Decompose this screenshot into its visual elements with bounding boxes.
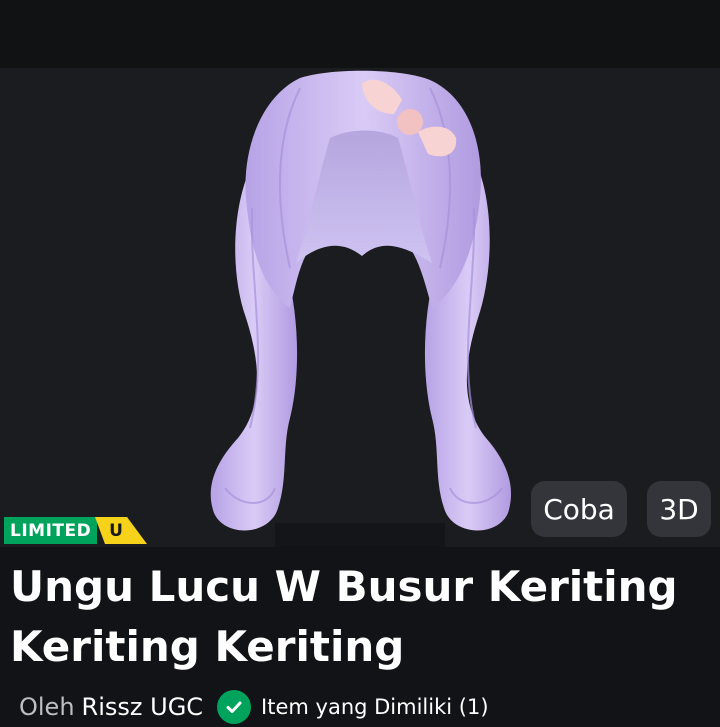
check-circle-icon	[217, 690, 252, 724]
creator-byline: Oleh Rissz UGC Item yang Dimiliki (1)	[19, 687, 489, 727]
try-on-button[interactable]: Coba	[531, 481, 627, 537]
limited-badge: LIMITED U	[4, 517, 148, 544]
hair-accessory-image	[210, 70, 512, 547]
limited-unique-badge: U	[95, 517, 148, 544]
view-3d-button[interactable]: 3D	[647, 481, 711, 537]
creator-link[interactable]: Rissz UGC	[82, 693, 204, 721]
by-prefix: Oleh	[19, 693, 75, 721]
limited-label: LIMITED	[4, 517, 98, 544]
item-title: Ungu Lucu W Busur Keriting Keriting Keri…	[10, 562, 678, 671]
item-info: Ungu Lucu W Busur Keriting Keriting Keri…	[0, 547, 720, 724]
item-preview[interactable]	[0, 68, 720, 547]
owned-items-text: Item yang Dimiliki (1)	[261, 695, 489, 719]
top-bar	[0, 0, 720, 68]
